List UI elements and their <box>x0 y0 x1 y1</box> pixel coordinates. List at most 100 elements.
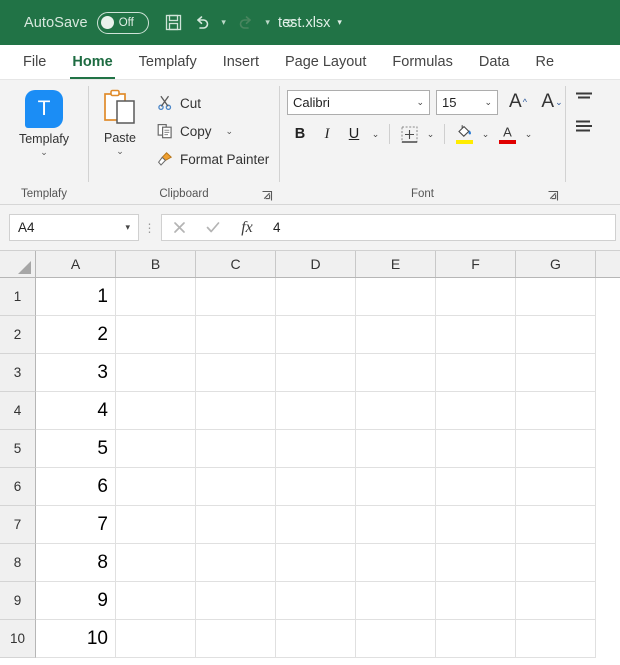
paste-button[interactable]: Paste ⌄ <box>89 85 151 157</box>
font-size-dropdown-icon[interactable]: ⌄ <box>484 97 492 108</box>
cell-d8[interactable] <box>276 544 356 582</box>
cell-f4[interactable] <box>436 392 516 430</box>
column-header-g[interactable]: G <box>516 251 596 277</box>
cell-g4[interactable] <box>516 392 596 430</box>
confirm-entry-button[interactable] <box>196 214 230 241</box>
insert-function-button[interactable]: fx <box>230 214 264 241</box>
name-box[interactable]: A4 ▾ <box>9 214 139 241</box>
cell-f3[interactable] <box>436 354 516 392</box>
column-header-b[interactable]: B <box>116 251 196 277</box>
row-header-9[interactable]: 9 <box>0 582 36 620</box>
select-all-corner-button[interactable] <box>0 251 36 277</box>
tab-formulas[interactable]: Formulas <box>379 45 465 79</box>
increase-font-size-button[interactable]: A ^ <box>504 89 532 115</box>
cell-b10[interactable] <box>116 620 196 658</box>
copy-button[interactable]: Copy ⌄ <box>151 118 273 144</box>
copy-dropdown-icon[interactable]: ⌄ <box>226 126 234 137</box>
cell-a7[interactable]: 7 <box>36 506 116 544</box>
fill-color-button[interactable] <box>451 121 477 147</box>
cell-d5[interactable] <box>276 430 356 468</box>
format-painter-button[interactable]: Format Painter <box>151 146 273 172</box>
cell-a4[interactable]: 4 <box>36 392 116 430</box>
redo-button[interactable] <box>233 9 259 37</box>
row-header-2[interactable]: 2 <box>0 316 36 354</box>
tab-review[interactable]: Re <box>522 45 567 79</box>
customize-quick-access-toolbar-button[interactable] <box>277 9 303 37</box>
tab-home[interactable]: Home <box>59 45 125 79</box>
cell-e8[interactable] <box>356 544 436 582</box>
row-header-6[interactable]: 6 <box>0 468 36 506</box>
cell-b2[interactable] <box>116 316 196 354</box>
cell-d3[interactable] <box>276 354 356 392</box>
cell-f8[interactable] <box>436 544 516 582</box>
column-header-c[interactable]: C <box>196 251 276 277</box>
cell-c8[interactable] <box>196 544 276 582</box>
font-size-input[interactable]: 15 ⌄ <box>436 89 498 115</box>
cell-a9[interactable]: 9 <box>36 582 116 620</box>
autosave-toggle[interactable]: Off <box>96 11 149 34</box>
font-color-dropdown-icon[interactable]: ⌄ <box>521 121 536 147</box>
cell-d2[interactable] <box>276 316 356 354</box>
underline-dropdown-icon[interactable]: ⌄ <box>368 121 383 147</box>
cell-b1[interactable] <box>116 278 196 316</box>
cell-b4[interactable] <box>116 392 196 430</box>
cell-a10[interactable]: 10 <box>36 620 116 658</box>
cell-b3[interactable] <box>116 354 196 392</box>
cell-b6[interactable] <box>116 468 196 506</box>
align-top-icon[interactable] <box>574 91 594 105</box>
cell-c3[interactable] <box>196 354 276 392</box>
templafy-dropdown-icon[interactable]: ⌄ <box>40 147 48 158</box>
cell-f10[interactable] <box>436 620 516 658</box>
align-left-icon[interactable] <box>574 119 594 135</box>
document-title-dropdown-icon[interactable]: ▾ <box>337 17 342 27</box>
cell-d4[interactable] <box>276 392 356 430</box>
cell-a6[interactable]: 6 <box>36 468 116 506</box>
column-header-d[interactable]: D <box>276 251 356 277</box>
cell-a3[interactable]: 3 <box>36 354 116 392</box>
font-name-dropdown-icon[interactable]: ⌄ <box>416 97 424 108</box>
cell-e6[interactable] <box>356 468 436 506</box>
cell-g7[interactable] <box>516 506 596 544</box>
cell-d1[interactable] <box>276 278 356 316</box>
decrease-font-size-button[interactable]: A ⌄ <box>538 89 566 115</box>
tab-data[interactable]: Data <box>466 45 523 79</box>
row-header-4[interactable]: 4 <box>0 392 36 430</box>
cell-e2[interactable] <box>356 316 436 354</box>
paste-dropdown-icon[interactable]: ⌄ <box>116 146 124 157</box>
cell-a5[interactable]: 5 <box>36 430 116 468</box>
cell-d10[interactable] <box>276 620 356 658</box>
cell-d6[interactable] <box>276 468 356 506</box>
cell-c9[interactable] <box>196 582 276 620</box>
tab-templafy[interactable]: Templafy <box>126 45 210 79</box>
name-box-dropdown-icon[interactable]: ▾ <box>125 222 130 233</box>
cell-f7[interactable] <box>436 506 516 544</box>
cell-g9[interactable] <box>516 582 596 620</box>
cell-f5[interactable] <box>436 430 516 468</box>
cell-b8[interactable] <box>116 544 196 582</box>
cell-a2[interactable]: 2 <box>36 316 116 354</box>
cell-f9[interactable] <box>436 582 516 620</box>
font-name-input[interactable]: Calibri ⌄ <box>287 89 430 115</box>
redo-dropdown-icon[interactable]: ▾ <box>261 9 275 37</box>
cell-c5[interactable] <box>196 430 276 468</box>
row-header-3[interactable]: 3 <box>0 354 36 392</box>
cell-f1[interactable] <box>436 278 516 316</box>
cell-c2[interactable] <box>196 316 276 354</box>
cell-g5[interactable] <box>516 430 596 468</box>
cell-g1[interactable] <box>516 278 596 316</box>
cell-c1[interactable] <box>196 278 276 316</box>
row-header-7[interactable]: 7 <box>0 506 36 544</box>
cell-g8[interactable] <box>516 544 596 582</box>
tab-page-layout[interactable]: Page Layout <box>272 45 379 79</box>
undo-dropdown-icon[interactable]: ▾ <box>217 9 231 37</box>
underline-button[interactable]: U <box>341 121 367 147</box>
templafy-button[interactable]: T Templafy ⌄ <box>0 85 88 158</box>
cell-b5[interactable] <box>116 430 196 468</box>
column-header-f[interactable]: F <box>436 251 516 277</box>
cell-e9[interactable] <box>356 582 436 620</box>
bold-button[interactable]: B <box>287 121 313 147</box>
borders-dropdown-icon[interactable]: ⌄ <box>423 121 438 147</box>
cell-a1[interactable]: 1 <box>36 278 116 316</box>
clipboard-dialog-launcher[interactable] <box>261 189 273 201</box>
row-header-1[interactable]: 1 <box>0 278 36 316</box>
